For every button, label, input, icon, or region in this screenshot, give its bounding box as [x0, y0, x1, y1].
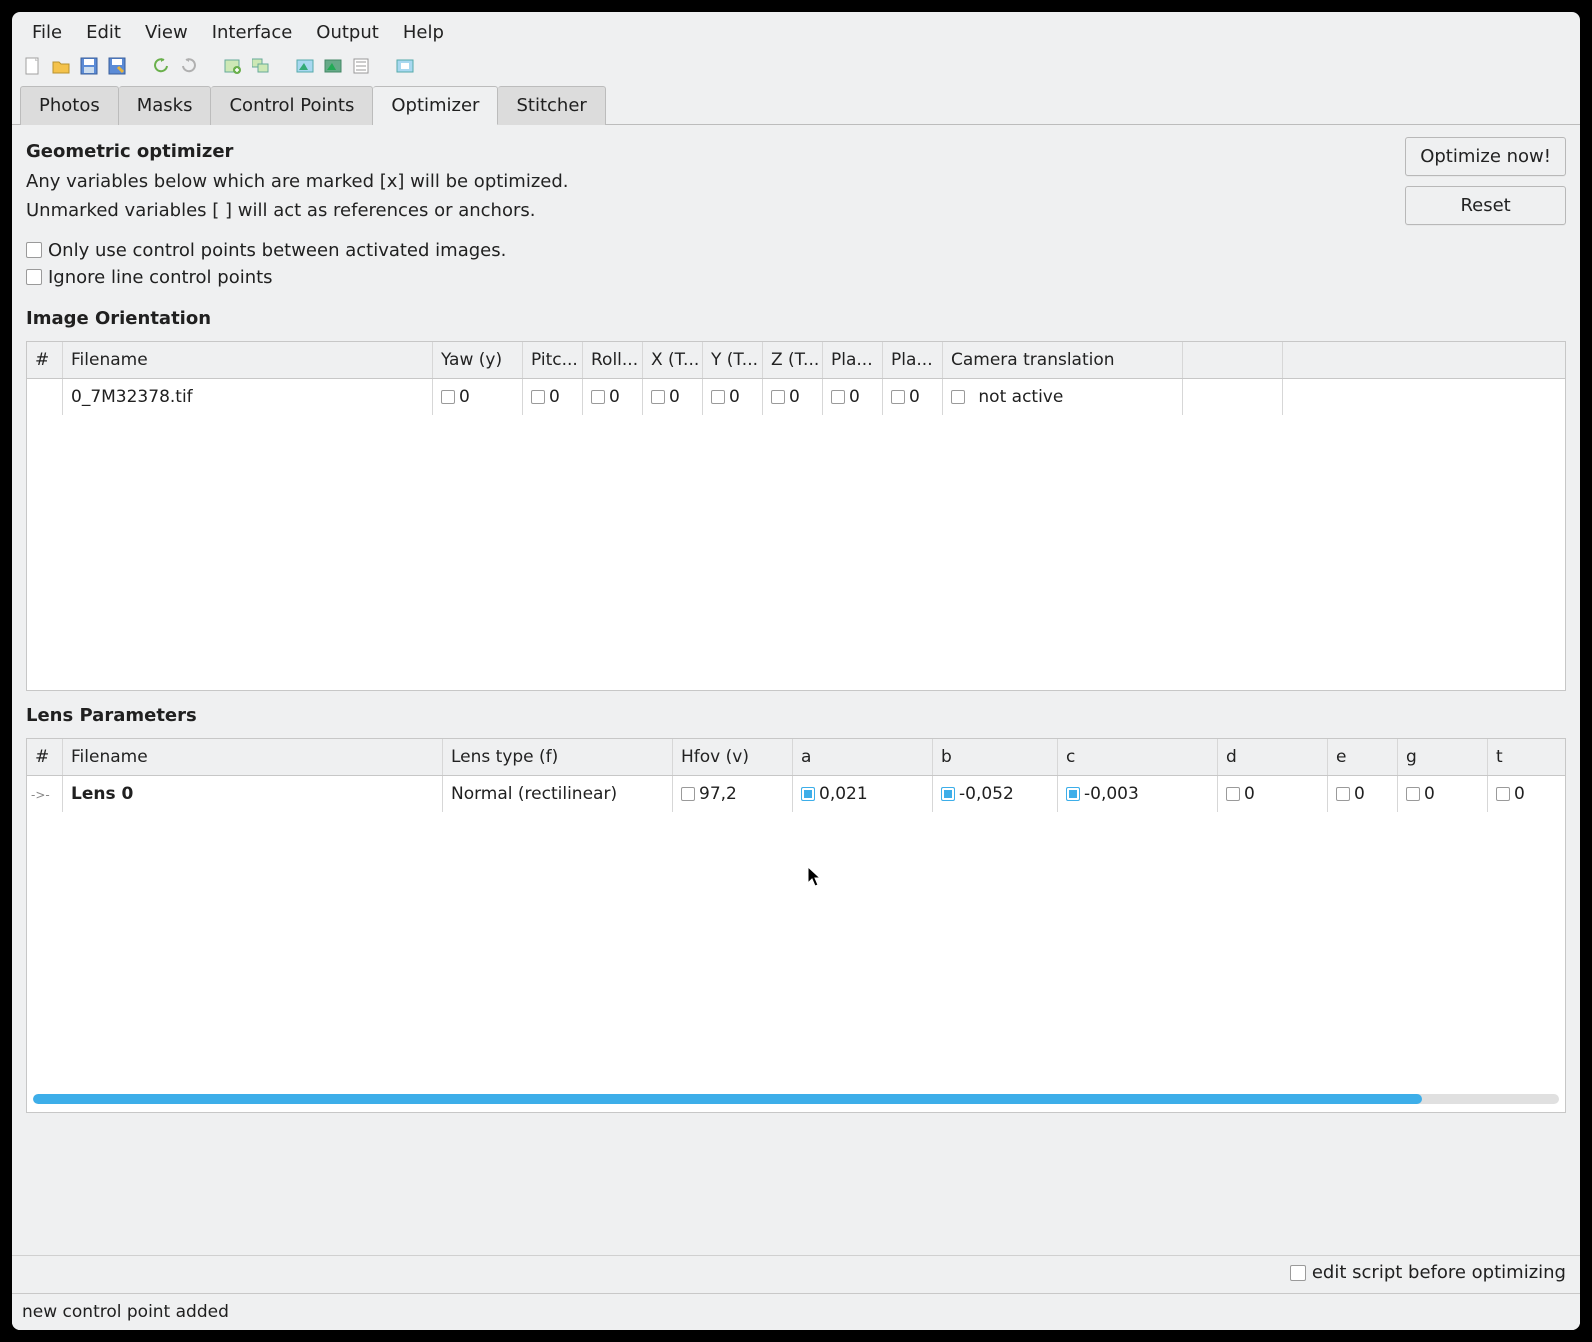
lcol-hfov[interactable]: Hfov (v)	[673, 739, 793, 775]
show-cp-list-icon[interactable]	[350, 55, 372, 77]
tab-bar: Photos Masks Control Points Optimizer St…	[12, 85, 1580, 125]
toolbar	[12, 51, 1580, 85]
expand-icon[interactable]: ->-	[31, 788, 50, 802]
only-activated-checkbox[interactable]	[26, 242, 42, 258]
col-blank1[interactable]	[1183, 342, 1283, 378]
menu-output[interactable]: Output	[304, 16, 391, 49]
only-activated-label: Only use control points between activate…	[48, 240, 506, 261]
horizontal-scrollbar[interactable]	[33, 1094, 1559, 1104]
col-y[interactable]: Y (T...	[703, 342, 763, 378]
yaw-checkbox[interactable]	[441, 390, 455, 404]
gl-preview-icon[interactable]	[322, 55, 344, 77]
lcol-filename[interactable]: Filename	[63, 739, 443, 775]
pitch-checkbox[interactable]	[531, 390, 545, 404]
preview-icon[interactable]	[294, 55, 316, 77]
menu-interface[interactable]: Interface	[200, 16, 305, 49]
trz-checkbox[interactable]	[771, 390, 785, 404]
lcol-num[interactable]: #	[27, 739, 63, 775]
lens-parameters-title: Lens Parameters	[26, 705, 1566, 726]
tab-optimizer[interactable]: Optimizer	[373, 86, 498, 125]
trx-checkbox[interactable]	[651, 390, 665, 404]
menu-bar: File Edit View Interface Output Help	[12, 12, 1580, 51]
save-icon[interactable]	[78, 55, 100, 77]
tab-photos[interactable]: Photos	[20, 86, 119, 125]
table-row[interactable]: 0_7M32378.tif 0 0 0 0 0 0 0 0 not active	[27, 379, 1565, 415]
menu-help[interactable]: Help	[391, 16, 456, 49]
ignore-line-checkbox[interactable]	[26, 269, 42, 285]
g-checkbox[interactable]	[1406, 787, 1420, 801]
roll-checkbox[interactable]	[591, 390, 605, 404]
col-plane1[interactable]: Pla...	[823, 342, 883, 378]
lcol-c[interactable]: c	[1058, 739, 1218, 775]
optimizer-desc-1: Any variables below which are marked [x]…	[26, 168, 1566, 197]
plane1-checkbox[interactable]	[831, 390, 845, 404]
col-x[interactable]: X (T...	[643, 342, 703, 378]
undo-icon[interactable]	[150, 55, 172, 77]
b-checkbox[interactable]	[941, 787, 955, 801]
col-cam-trans[interactable]: Camera translation	[943, 342, 1183, 378]
optimizer-desc-2: Unmarked variables [ ] will act as refer…	[26, 197, 1566, 226]
col-filename[interactable]: Filename	[63, 342, 433, 378]
image-orientation-title: Image Orientation	[26, 308, 1566, 329]
edit-script-label: edit script before optimizing	[1312, 1262, 1566, 1283]
lcol-d[interactable]: d	[1218, 739, 1328, 775]
add-images-icon[interactable]	[250, 55, 272, 77]
tab-masks[interactable]: Masks	[119, 86, 212, 125]
geometric-optimizer-title: Geometric optimizer	[26, 141, 1566, 162]
camtrans-checkbox[interactable]	[951, 390, 965, 404]
orientation-table: # Filename Yaw (y) Pitc... Roll... X (T.…	[26, 341, 1566, 691]
col-pitch[interactable]: Pitc...	[523, 342, 583, 378]
try-checkbox[interactable]	[711, 390, 725, 404]
tab-control-points[interactable]: Control Points	[211, 86, 373, 125]
lens-row-name: Lens 0	[63, 776, 443, 812]
col-z[interactable]: Z (T...	[763, 342, 823, 378]
lcol-t[interactable]: t	[1488, 739, 1565, 775]
col-yaw[interactable]: Yaw (y)	[433, 342, 523, 378]
menu-edit[interactable]: Edit	[74, 16, 133, 49]
table-row[interactable]: ->- Lens 0 Normal (rectilinear) 97,2 0,0…	[27, 776, 1565, 812]
ignore-line-label: Ignore line control points	[48, 267, 273, 288]
c-checkbox[interactable]	[1066, 787, 1080, 801]
fullscreen-icon[interactable]	[394, 55, 416, 77]
e-checkbox[interactable]	[1336, 787, 1350, 801]
lcol-type[interactable]: Lens type (f)	[443, 739, 673, 775]
col-num[interactable]: #	[27, 342, 63, 378]
reset-button[interactable]: Reset	[1405, 186, 1566, 225]
lcol-e[interactable]: e	[1328, 739, 1398, 775]
redo-icon[interactable]	[178, 55, 200, 77]
optimizer-panel: Optimize now! Reset Geometric optimizer …	[12, 125, 1580, 1255]
tab-stitcher[interactable]: Stitcher	[498, 86, 605, 125]
edit-script-checkbox[interactable]	[1290, 1265, 1306, 1281]
add-image-icon[interactable]	[222, 55, 244, 77]
col-blank2[interactable]	[1283, 342, 1565, 378]
lens-row-type: Normal (rectilinear)	[443, 776, 673, 812]
menu-file[interactable]: File	[20, 16, 74, 49]
a-checkbox[interactable]	[801, 787, 815, 801]
lcol-a[interactable]: a	[793, 739, 933, 775]
plane2-checkbox[interactable]	[891, 390, 905, 404]
menu-view[interactable]: View	[133, 16, 200, 49]
open-project-icon[interactable]	[50, 55, 72, 77]
optimize-now-button[interactable]: Optimize now!	[1405, 137, 1566, 176]
d-checkbox[interactable]	[1226, 787, 1240, 801]
t-checkbox[interactable]	[1496, 787, 1510, 801]
save-as-icon[interactable]	[106, 55, 128, 77]
status-bar: new control point added	[12, 1293, 1580, 1330]
lcol-b[interactable]: b	[933, 739, 1058, 775]
lens-table: # Filename Lens type (f) Hfov (v) a b c …	[26, 738, 1566, 1113]
lcol-g[interactable]: g	[1398, 739, 1488, 775]
new-project-icon[interactable]	[22, 55, 44, 77]
hfov-checkbox[interactable]	[681, 787, 695, 801]
col-plane2[interactable]: Pla...	[883, 342, 943, 378]
col-roll[interactable]: Roll...	[583, 342, 643, 378]
row-filename: 0_7M32378.tif	[63, 379, 433, 415]
